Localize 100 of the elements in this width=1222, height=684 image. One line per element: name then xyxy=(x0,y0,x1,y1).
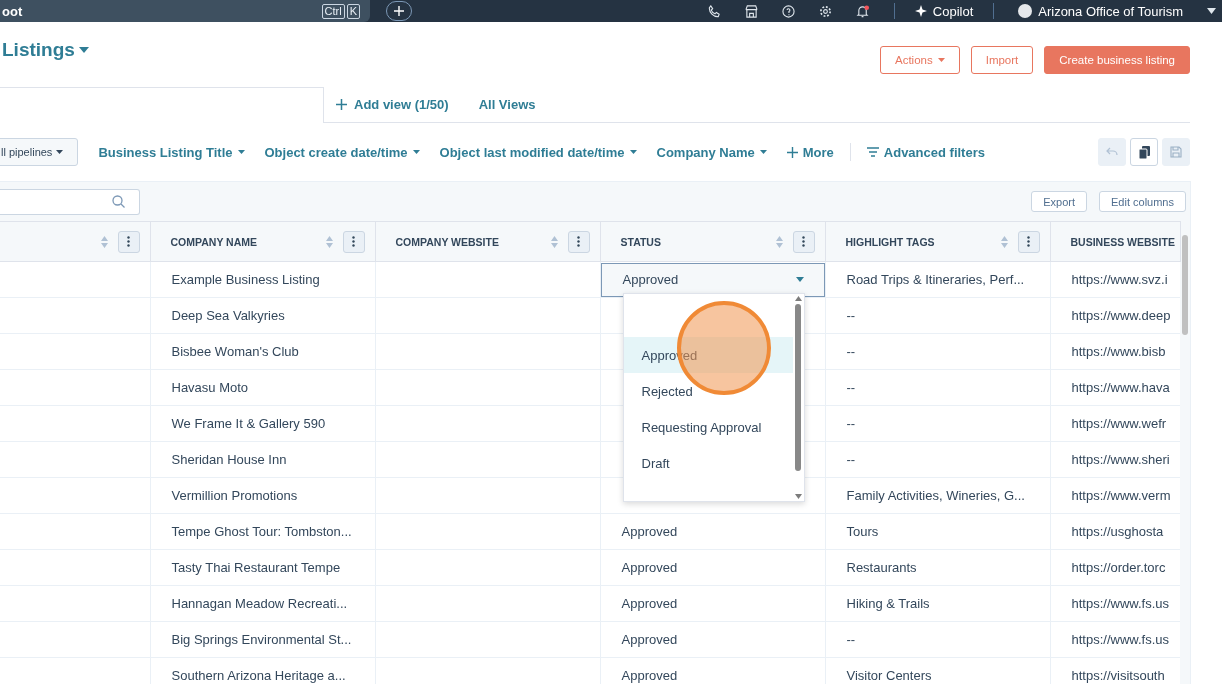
table-cell: Visitor Centers xyxy=(846,668,932,683)
save-icon xyxy=(1170,146,1182,158)
column-menu-button[interactable] xyxy=(792,230,815,253)
filter-dropdown[interactable]: Object create date/time xyxy=(264,144,420,160)
column-menu-button[interactable] xyxy=(342,230,365,253)
table-cell: -- xyxy=(846,416,856,431)
table-cell: https://www.deep xyxy=(1071,308,1171,323)
table-cell: Example Business Listing xyxy=(171,272,320,287)
table-cell: Road Trips & Itineraries, Perf... xyxy=(846,272,1025,287)
table-cell: -- xyxy=(846,632,856,647)
keyboard-key: Ctrl xyxy=(321,3,345,19)
filter-dropdown[interactable]: Business Listing Title xyxy=(98,144,245,160)
table-cell: -- xyxy=(846,308,856,323)
plus-icon xyxy=(394,6,404,16)
search-field[interactable]: oot Ctrl K xyxy=(0,0,370,22)
table-cell: -- xyxy=(846,452,856,467)
more-vertical-icon xyxy=(577,236,580,247)
settings-icon[interactable] xyxy=(818,4,832,18)
table-cell: https://order.torc xyxy=(1071,560,1166,575)
more-filters-button[interactable]: More xyxy=(786,144,834,160)
filter-dropdown[interactable]: Object last modified date/time xyxy=(439,144,637,160)
column-header[interactable]: BUSINESS WEBSITE xyxy=(1050,221,1180,262)
all-views-link[interactable]: All Views xyxy=(448,87,536,123)
store-icon[interactable] xyxy=(744,4,758,18)
more-vertical-icon xyxy=(127,236,130,247)
caret-icon xyxy=(78,47,89,53)
table-cell: Approved xyxy=(621,524,678,539)
page-title-dropdown[interactable]: Listings xyxy=(0,39,89,61)
dropdown-option[interactable]: Rejected xyxy=(623,373,793,409)
column-menu-button[interactable] xyxy=(117,230,140,253)
filter-icon xyxy=(866,147,879,157)
table-cell: https://www.sheri xyxy=(1071,452,1170,467)
column-header[interactable]: STATUS xyxy=(600,221,825,262)
caret-icon xyxy=(759,150,767,154)
table-cell: https://www.svz.i xyxy=(1071,272,1168,287)
phone-icon[interactable] xyxy=(707,4,721,18)
table-cell: Family Activities, Wineries, G... xyxy=(846,488,1025,503)
keyboard-key: K xyxy=(346,3,360,19)
caret-icon xyxy=(937,58,945,62)
table-cell: Restaurants xyxy=(846,560,917,575)
undo-icon xyxy=(1106,147,1118,157)
caret-icon[interactable] xyxy=(1207,8,1216,14)
pipeline-filter-dropdown[interactable]: ll pipelines xyxy=(0,138,79,166)
table-cell: Hannagan Meadow Recreati... xyxy=(171,596,348,611)
table-cell: Big Springs Environmental St... xyxy=(171,632,352,647)
caret-icon xyxy=(412,150,420,154)
status-select[interactable]: Approved xyxy=(600,262,825,297)
more-vertical-icon xyxy=(1027,236,1030,247)
table-cell: Southern Arizona Heritage a... xyxy=(171,668,346,683)
advanced-filters-button[interactable]: Advanced filters xyxy=(866,144,985,160)
table-cell: Havasu Moto xyxy=(171,380,249,395)
scroll-down-icon[interactable] xyxy=(794,494,802,499)
avatar-icon[interactable] xyxy=(1018,4,1033,18)
table-cell: We Frame It & Gallery 590 xyxy=(171,416,326,431)
export-button[interactable]: Export xyxy=(1031,191,1087,212)
column-header[interactable]: COMPANY WEBSITE xyxy=(375,221,600,262)
plus-icon xyxy=(336,99,347,110)
column-header[interactable]: HIGHLIGHT TAGS xyxy=(825,221,1050,262)
table-cell: -- xyxy=(846,344,856,359)
table-cell: Tours xyxy=(846,524,879,539)
edit-columns-button[interactable]: Edit columns xyxy=(1099,191,1186,212)
table-cell: https://usghosta xyxy=(1071,524,1164,539)
help-icon[interactable] xyxy=(781,4,795,18)
table-cell: -- xyxy=(846,380,856,395)
filter-dropdown[interactable]: Company Name xyxy=(656,144,767,160)
table-cell: Tempe Ghost Tour: Tombston... xyxy=(171,524,352,539)
caret-icon xyxy=(629,150,637,154)
add-view-button[interactable]: Add view (1/50) xyxy=(324,87,449,123)
table-cell: Tasty Thai Restaurant Tempe xyxy=(171,560,341,575)
table-cell: Approved xyxy=(621,560,678,575)
column-menu-button[interactable] xyxy=(567,230,590,253)
notification-bell-icon[interactable] xyxy=(855,4,870,18)
sparkle-icon xyxy=(914,5,927,17)
plus-icon xyxy=(786,146,798,158)
table-cell: https://www.hava xyxy=(1071,380,1170,395)
table-search-field[interactable] xyxy=(0,188,140,215)
table-cell: Approved xyxy=(621,632,678,647)
copy-icon xyxy=(1138,145,1150,159)
table-cell: https://visitsouth xyxy=(1071,668,1165,683)
scrollbar[interactable] xyxy=(792,294,804,501)
more-vertical-icon xyxy=(352,236,355,247)
column-header[interactable]: COMPANY NAME xyxy=(150,221,375,262)
table-cell: Vermillion Promotions xyxy=(171,488,298,503)
table-cell: https://www.verm xyxy=(1071,488,1171,503)
dropdown-option[interactable]: Requesting Approval xyxy=(623,409,793,445)
search-icon xyxy=(112,195,125,208)
column-menu-button[interactable] xyxy=(1017,230,1040,253)
dropdown-option[interactable]: Draft xyxy=(623,445,793,481)
table-cell: https://www.bisb xyxy=(1071,344,1166,359)
table-cell: Hiking & Trails xyxy=(846,596,930,611)
copy-button[interactable] xyxy=(1130,138,1158,166)
table-cell: Sheridan House Inn xyxy=(171,452,287,467)
account-name[interactable]: Arizona Office of Tourism xyxy=(1038,3,1183,19)
table-cell: Bisbee Woman's Club xyxy=(171,344,299,359)
caret-icon xyxy=(795,277,804,282)
table-cell: Deep Sea Valkyries xyxy=(171,308,285,323)
copilot-button[interactable]: Copilot xyxy=(914,3,974,19)
caret-icon xyxy=(237,150,245,154)
table-cell: https://www.wefr xyxy=(1071,416,1167,431)
table-cell: Approved xyxy=(621,668,678,683)
